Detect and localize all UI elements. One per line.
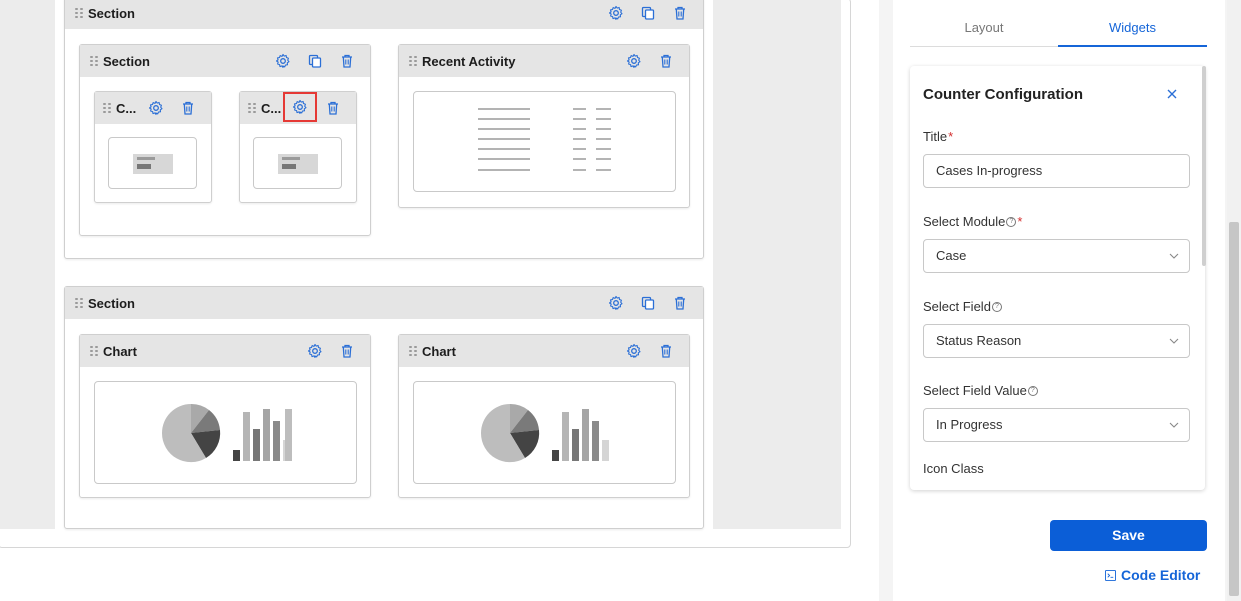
- bottom-section-header[interactable]: Section: [65, 287, 703, 319]
- field-label-text: Select Field: [923, 299, 991, 314]
- help-icon[interactable]: ?: [991, 301, 1002, 312]
- code-editor-label: Code Editor: [1121, 567, 1201, 583]
- module-select[interactable]: Case: [923, 239, 1190, 273]
- chart-placeholder-icon: [480, 403, 609, 463]
- drag-handle-icon[interactable]: [90, 345, 98, 357]
- tab-layout[interactable]: Layout: [910, 10, 1058, 47]
- duplicate-icon[interactable]: [639, 294, 657, 312]
- chart-widget[interactable]: Chart: [398, 334, 690, 498]
- widget-title: C...: [116, 100, 137, 116]
- delete-trash-icon[interactable]: [671, 294, 689, 312]
- counter-placeholder-icon: [278, 154, 318, 174]
- chart-widget[interactable]: Chart: [79, 334, 371, 498]
- drag-handle-icon[interactable]: [75, 297, 83, 309]
- required-asterisk: *: [948, 129, 954, 144]
- drag-handle-icon[interactable]: [248, 102, 256, 114]
- help-icon[interactable]: ?: [1006, 216, 1017, 227]
- counter-configuration-card: Counter Configuration Title * Cases In-pr…: [910, 66, 1205, 490]
- chart-widget-header[interactable]: Chart: [80, 335, 370, 367]
- recent-activity-header[interactable]: Recent Activity: [399, 45, 689, 77]
- section-title: Section: [88, 295, 135, 311]
- field-value-label-text: Select Field Value: [923, 383, 1027, 398]
- required-asterisk: *: [1017, 214, 1023, 229]
- duplicate-icon[interactable]: [306, 52, 324, 70]
- settings-gear-icon[interactable]: [625, 342, 643, 360]
- page-scrollbar-thumb[interactable]: [1229, 222, 1239, 596]
- counter-widget-header[interactable]: C...: [95, 92, 211, 124]
- settings-gear-icon[interactable]: [607, 294, 625, 312]
- recent-activity-widget[interactable]: Recent Activity: [398, 44, 690, 208]
- chart-placeholder-icon: [161, 403, 292, 463]
- title-label-text: Title: [923, 129, 948, 144]
- field-label: Select Field?: [923, 299, 1002, 314]
- page-scrollbar[interactable]: [1227, 0, 1241, 601]
- list-placeholder-icon: [478, 108, 611, 171]
- drag-handle-icon[interactable]: [409, 345, 417, 357]
- settings-gear-icon[interactable]: [147, 99, 165, 117]
- tab-widgets[interactable]: Widgets: [1058, 10, 1207, 47]
- settings-gear-icon[interactable]: [283, 92, 317, 122]
- delete-trash-icon[interactable]: [338, 52, 356, 70]
- inner-section-header[interactable]: Section: [80, 45, 370, 77]
- module-label: Select Module? *: [923, 214, 1022, 229]
- close-icon[interactable]: [1164, 86, 1180, 102]
- drag-handle-icon[interactable]: [103, 102, 111, 114]
- icon-class-label: Icon Class: [923, 461, 984, 476]
- chart-preview-thumbnail: [413, 381, 676, 484]
- drag-handle-icon[interactable]: [409, 55, 417, 67]
- title-label: Title *: [923, 129, 953, 144]
- title-input[interactable]: Cases In-progress: [923, 154, 1190, 188]
- widget-title: Recent Activity: [422, 53, 516, 69]
- counter-preview-thumbnail: [108, 137, 197, 189]
- counter-preview-thumbnail: [253, 137, 342, 189]
- field-value-select[interactable]: In Progress: [923, 408, 1190, 442]
- chart-widget-header[interactable]: Chart: [399, 335, 689, 367]
- module-label-text: Select Module: [923, 214, 1006, 229]
- delete-trash-icon[interactable]: [657, 342, 675, 360]
- chart-preview-thumbnail: [94, 381, 357, 484]
- section-title: Section: [88, 5, 135, 21]
- widget-title: Chart: [422, 343, 456, 359]
- widget-title: C...: [261, 100, 282, 116]
- delete-trash-icon[interactable]: [657, 52, 675, 70]
- delete-trash-icon[interactable]: [324, 99, 342, 117]
- field-select-value: Status Reason: [936, 333, 1022, 348]
- save-button[interactable]: Save: [1050, 520, 1207, 551]
- bottom-section[interactable]: Section Chart Chart: [64, 286, 704, 529]
- code-editor-link[interactable]: Code Editor: [1105, 567, 1200, 583]
- delete-trash-icon[interactable]: [338, 342, 356, 360]
- counter-placeholder-icon: [133, 154, 173, 174]
- field-value-label: Select Field Value?: [923, 383, 1038, 398]
- drag-handle-icon[interactable]: [90, 55, 98, 67]
- card-title: Counter Configuration: [923, 86, 1083, 103]
- settings-gear-icon[interactable]: [607, 4, 625, 22]
- terminal-icon: [1105, 569, 1116, 581]
- settings-gear-icon[interactable]: [625, 52, 643, 70]
- widget-title: Chart: [103, 343, 137, 359]
- top-section-header[interactable]: Section: [65, 0, 703, 29]
- chevron-down-icon: [1169, 422, 1179, 428]
- inner-section[interactable]: Section C... C...: [79, 44, 371, 236]
- settings-gear-icon[interactable]: [306, 342, 324, 360]
- counter-widget-header[interactable]: C...: [240, 92, 356, 124]
- card-scrollbar[interactable]: [1202, 66, 1206, 266]
- help-icon[interactable]: ?: [1027, 385, 1038, 396]
- duplicate-icon[interactable]: [639, 4, 657, 22]
- chevron-down-icon: [1169, 253, 1179, 259]
- settings-gear-icon[interactable]: [274, 52, 292, 70]
- delete-trash-icon[interactable]: [671, 4, 689, 22]
- delete-trash-icon[interactable]: [179, 99, 197, 117]
- top-section[interactable]: Section Section C... C... Recent Activit…: [64, 0, 704, 259]
- counter-widget[interactable]: C...: [239, 91, 357, 203]
- field-select[interactable]: Status Reason: [923, 324, 1190, 358]
- field-value-select-value: In Progress: [936, 417, 1003, 432]
- panel-tabs: Layout Widgets: [910, 10, 1207, 47]
- drag-handle-icon[interactable]: [75, 7, 83, 19]
- chevron-down-icon: [1169, 338, 1179, 344]
- module-select-value: Case: [936, 248, 967, 263]
- activity-preview-thumbnail: [413, 91, 676, 192]
- section-title: Section: [103, 53, 150, 69]
- counter-widget[interactable]: C...: [94, 91, 212, 203]
